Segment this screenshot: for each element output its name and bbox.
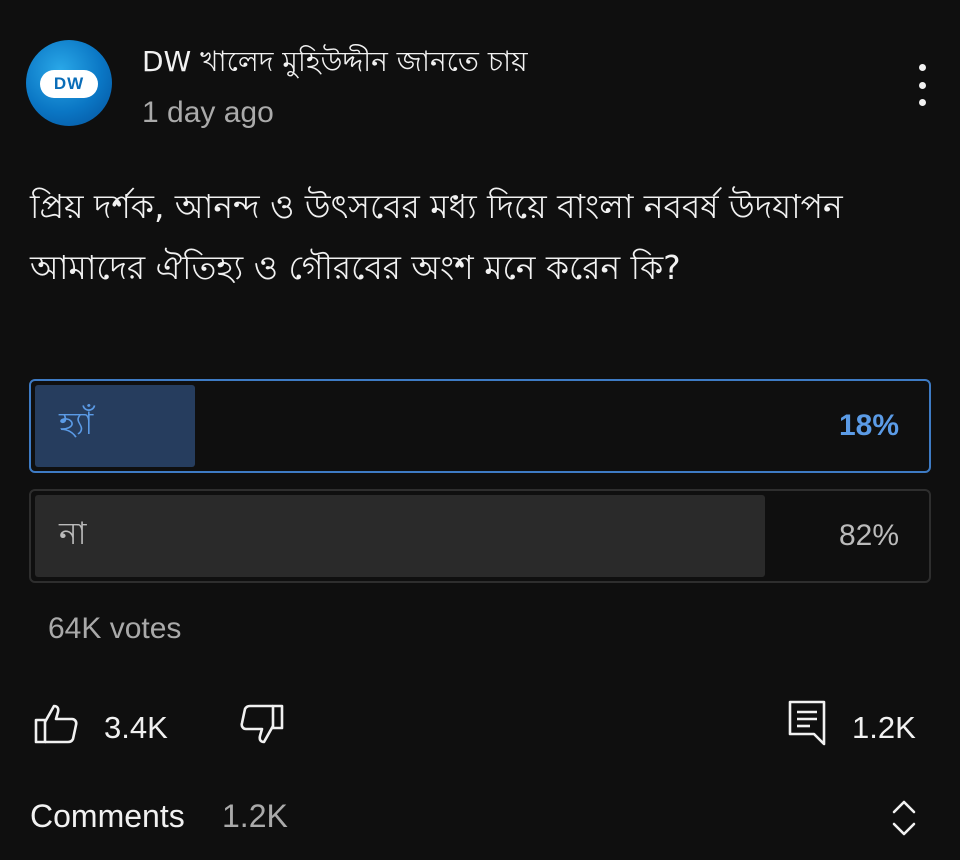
comments-title: Comments (30, 798, 185, 834)
comment-count: 1.2K (852, 710, 916, 745)
thumbs-up-icon[interactable] (32, 700, 80, 748)
channel-name[interactable]: DW খালেদ মুহিউদ্দীন জানতে চায় (142, 40, 528, 87)
poll-option-percent: 82% (838, 519, 899, 552)
poll-option-percent: 18% (838, 409, 899, 442)
poll-option-no[interactable]: না 82% (29, 489, 931, 583)
channel-avatar[interactable]: DW (26, 40, 112, 126)
dw-logo: DW (40, 70, 98, 98)
like-count: 3.4K (104, 710, 168, 745)
poll-result-bar (35, 495, 765, 577)
poll-option-yes[interactable]: হ্যাঁ 18% (29, 379, 931, 473)
more-options-button[interactable] (904, 60, 940, 110)
more-vertical-icon (918, 64, 926, 71)
comment-icon[interactable] (786, 698, 830, 748)
more-vertical-icon-dot (918, 99, 926, 106)
comments-count: 1.2K (222, 798, 288, 834)
vote-count: 64K votes (48, 612, 182, 645)
thumbs-down-icon[interactable] (238, 700, 286, 748)
post-timestamp: 1 day ago (142, 96, 274, 129)
poll-option-label: না (59, 516, 87, 552)
poll-option-label: হ্যাঁ (59, 406, 94, 442)
poll-question: প্রিয় দর্শক, আনন্দ ও উৎসবের মধ্য দিয়ে … (30, 187, 843, 287)
community-post: DW DW খালেদ মুহিউদ্দীন জানতে চায় 1 day … (0, 0, 960, 860)
more-vertical-icon-dot (918, 81, 926, 89)
expand-collapse-icon[interactable] (890, 798, 918, 838)
